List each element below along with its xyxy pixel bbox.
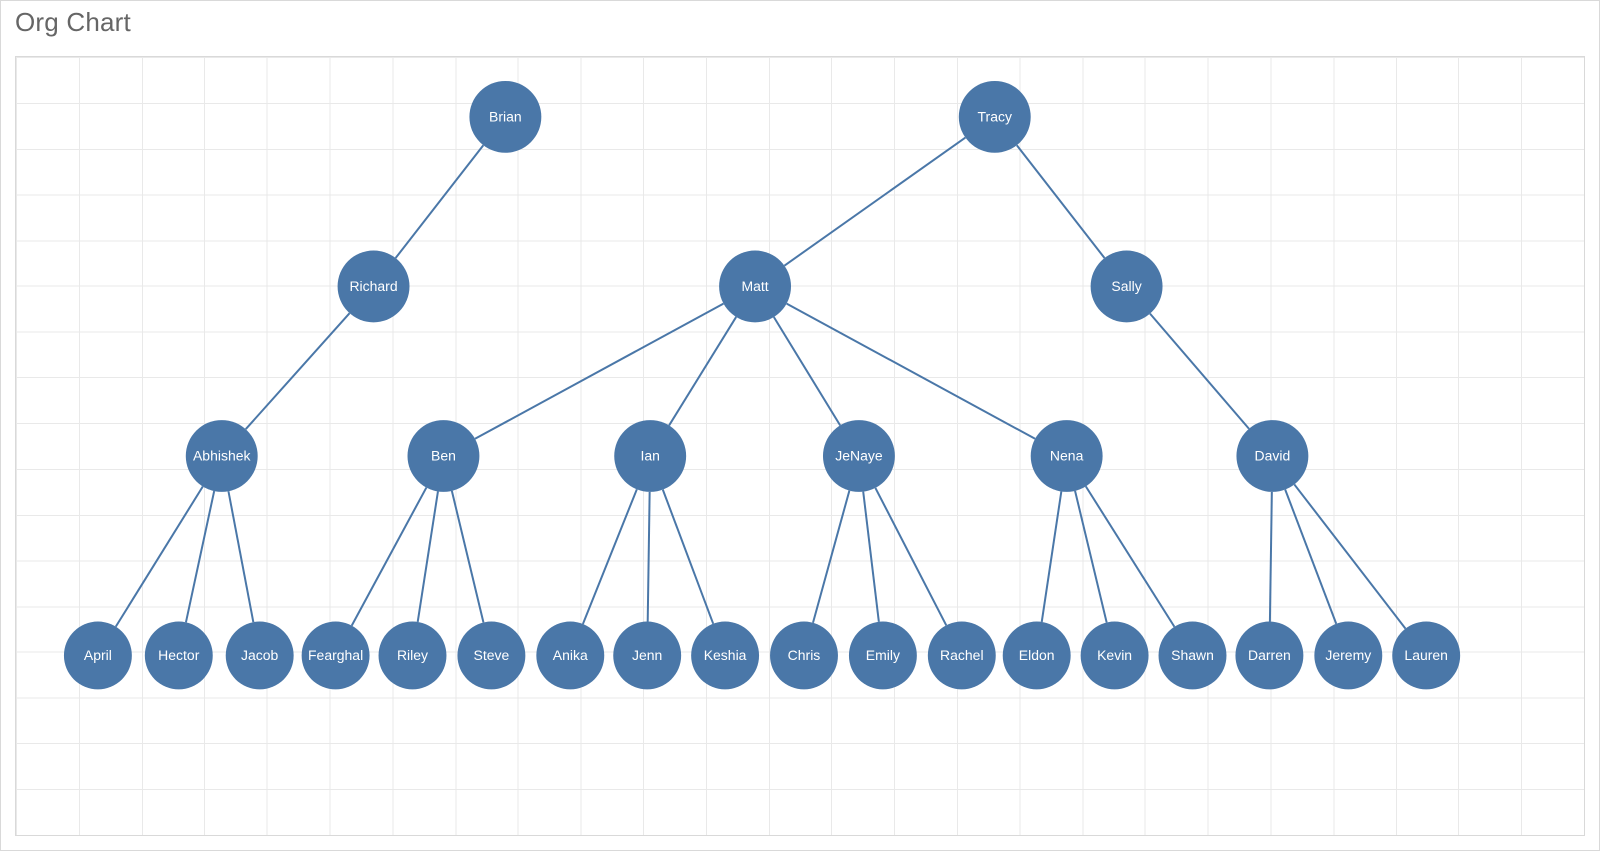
- org-node-label: Steve: [474, 647, 510, 663]
- org-edge: [475, 304, 723, 439]
- org-node-eldon[interactable]: Eldon: [1003, 622, 1071, 690]
- org-node-nena[interactable]: Nena: [1031, 420, 1103, 492]
- org-node-april[interactable]: April: [64, 622, 132, 690]
- org-node-chris[interactable]: Chris: [770, 622, 838, 690]
- org-node-keshia[interactable]: Keshia: [691, 622, 759, 690]
- org-edge: [863, 492, 879, 622]
- org-node-label: JeNaye: [835, 448, 883, 464]
- org-edge: [663, 490, 713, 624]
- org-node-emily[interactable]: Emily: [849, 622, 917, 690]
- org-node-label: Jeremy: [1325, 647, 1371, 663]
- org-edge: [246, 313, 350, 429]
- panel: Org Chart Brian Tracy Richard Matt Sally Abhi…: [0, 0, 1600, 851]
- org-node-label: Anika: [553, 647, 588, 663]
- org-node-label: April: [84, 647, 112, 663]
- org-edge: [875, 488, 946, 625]
- org-node-label: Chris: [788, 647, 821, 663]
- org-edge: [774, 317, 840, 425]
- org-edge: [352, 488, 427, 626]
- org-node-jenn[interactable]: Jenn: [613, 622, 681, 690]
- org-edge: [186, 491, 214, 622]
- org-node-label: Kevin: [1097, 647, 1132, 663]
- org-node-david[interactable]: David: [1236, 420, 1308, 492]
- org-edge: [669, 317, 736, 425]
- org-node-jenaye[interactable]: JeNaye: [823, 420, 895, 492]
- org-node-riley[interactable]: Riley: [379, 622, 447, 690]
- org-node-label: Riley: [397, 647, 428, 663]
- org-edge: [228, 491, 253, 622]
- org-node-matt[interactable]: Matt: [719, 251, 791, 323]
- org-node-label: Lauren: [1404, 647, 1448, 663]
- org-node-fearghal[interactable]: Fearghal: [302, 622, 370, 690]
- org-node-richard[interactable]: Richard: [338, 251, 410, 323]
- org-edge: [1270, 492, 1272, 622]
- org-chart-area[interactable]: Brian Tracy Richard Matt Sally Abhishek Ben Ian…: [15, 56, 1585, 836]
- org-node-label: Matt: [741, 278, 768, 294]
- org-node-label: Darren: [1248, 647, 1291, 663]
- org-node-hector[interactable]: Hector: [145, 622, 213, 690]
- org-node-label: Sally: [1111, 278, 1141, 294]
- org-node-label: Abhishek: [193, 448, 251, 464]
- org-node-ian[interactable]: Ian: [614, 420, 686, 492]
- node-layer: Brian Tracy Richard Matt Sally Abhishek Ben Ian…: [64, 81, 1460, 689]
- org-node-label: Ben: [431, 448, 456, 464]
- org-node-ben[interactable]: Ben: [408, 420, 480, 492]
- org-node-label: Keshia: [704, 647, 747, 663]
- org-edge: [452, 491, 484, 623]
- org-node-tracy[interactable]: Tracy: [959, 81, 1031, 153]
- org-node-label: Hector: [158, 647, 200, 663]
- org-node-label: Brian: [489, 109, 522, 125]
- org-node-label: Jacob: [241, 647, 279, 663]
- org-edge: [787, 304, 1035, 439]
- org-node-steve[interactable]: Steve: [457, 622, 525, 690]
- org-node-shawn[interactable]: Shawn: [1159, 622, 1227, 690]
- org-edge: [1150, 314, 1249, 429]
- org-chart-svg: Brian Tracy Richard Matt Sally Abhishek Ben Ian…: [16, 57, 1584, 835]
- org-node-label: Eldon: [1019, 647, 1055, 663]
- org-node-anika[interactable]: Anika: [536, 622, 604, 690]
- org-node-label: David: [1255, 448, 1291, 464]
- org-node-label: Jenn: [632, 647, 662, 663]
- org-edge: [583, 489, 637, 624]
- org-node-label: Fearghal: [308, 647, 363, 663]
- org-node-brian[interactable]: Brian: [469, 81, 541, 153]
- org-node-jacob[interactable]: Jacob: [226, 622, 294, 690]
- org-node-label: Emily: [866, 647, 900, 663]
- org-node-label: Tracy: [978, 109, 1012, 125]
- org-node-rachel[interactable]: Rachel: [928, 622, 996, 690]
- org-edge: [648, 492, 650, 622]
- org-edge: [784, 138, 965, 266]
- org-edge: [1285, 490, 1336, 624]
- org-node-jeremy[interactable]: Jeremy: [1314, 622, 1382, 690]
- org-node-label: Nena: [1050, 448, 1084, 464]
- org-node-abhishek[interactable]: Abhishek: [186, 420, 258, 492]
- org-node-darren[interactable]: Darren: [1235, 622, 1303, 690]
- org-node-lauren[interactable]: Lauren: [1392, 622, 1460, 690]
- org-node-kevin[interactable]: Kevin: [1081, 622, 1149, 690]
- org-edge: [418, 491, 438, 621]
- edge-layer: [116, 138, 1406, 629]
- org-node-label: Shawn: [1171, 647, 1214, 663]
- org-node-label: Ian: [640, 448, 659, 464]
- org-edge: [1086, 486, 1175, 626]
- org-edge: [1042, 491, 1062, 621]
- org-node-label: Richard: [349, 278, 397, 294]
- panel-title: Org Chart: [15, 7, 131, 38]
- org-node-sally[interactable]: Sally: [1091, 251, 1163, 323]
- org-node-label: Rachel: [940, 647, 984, 663]
